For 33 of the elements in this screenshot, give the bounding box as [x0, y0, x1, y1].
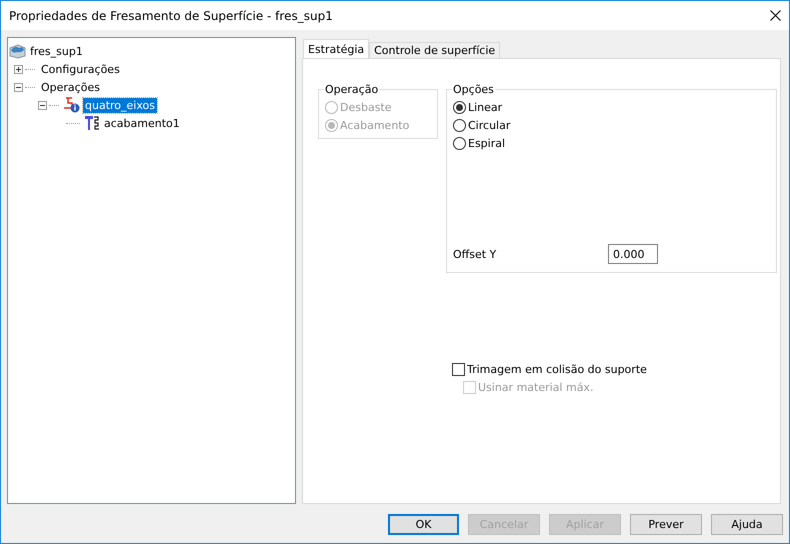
radio-label: Espiral [468, 136, 506, 150]
offset-label: Offset Y [453, 248, 496, 260]
close-icon[interactable] [770, 10, 781, 21]
group-title: Opções [452, 83, 495, 96]
radio-label: Linear [468, 100, 502, 114]
dialog-button[interactable]: OK [388, 514, 459, 534]
radio-button[interactable] [453, 118, 466, 132]
group-title: Operação [324, 83, 380, 96]
radio-button[interactable] [453, 100, 466, 114]
tree-item[interactable]: acabamento1 [102, 116, 182, 130]
dialog-button[interactable]: Ajuda [711, 514, 783, 534]
window-title: Propriedades de Fresamento de Superfície - fres_sup1 [9, 8, 333, 22]
collapse-icon[interactable] [38, 100, 47, 110]
checkbox-label: Trimagem em colisão do suporte [467, 362, 647, 376]
collapse-icon[interactable] [14, 82, 23, 92]
tree-item[interactable]: fres_sup1 [28, 44, 85, 58]
radio-label: Circular [468, 118, 510, 132]
checkbox-label: Usinar material máx. [478, 380, 594, 394]
tree-item[interactable]: Operações [39, 80, 102, 94]
tool-icon [84, 115, 100, 131]
tab[interactable]: Estratégia [303, 39, 370, 58]
radio-label: Acabamento [340, 118, 410, 132]
tree-item[interactable]: Configurações [39, 62, 122, 76]
radio-label: Desbaste [340, 100, 392, 114]
dialog-button[interactable]: Prever [630, 514, 702, 534]
expand-icon[interactable] [14, 64, 23, 74]
model-icon [9, 44, 26, 58]
tree-item[interactable]: quatro_eixos [83, 98, 157, 112]
offset-field[interactable]: 0.000 [608, 244, 658, 264]
checkbox[interactable] [452, 362, 465, 376]
radio-button[interactable] [453, 136, 466, 150]
tab[interactable]: Controle de superfície [369, 42, 500, 58]
operation-icon [63, 97, 81, 113]
